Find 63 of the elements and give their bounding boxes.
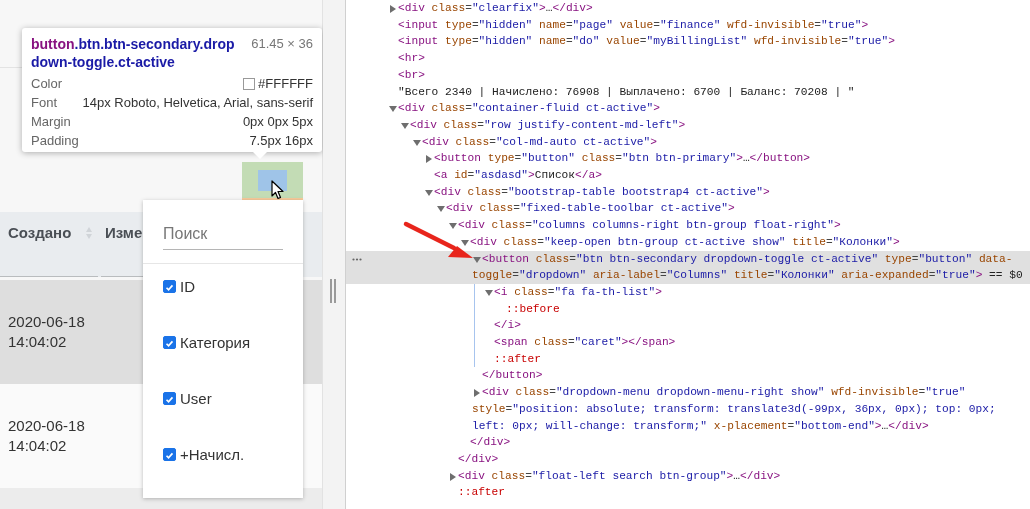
dom-node[interactable]: <span class="caret"></span>: [484, 334, 1026, 351]
property-label: Font: [31, 94, 57, 112]
dom-node[interactable]: ::after: [448, 484, 1026, 502]
closing-tag: </div>: [448, 451, 1026, 468]
expanded-arrow-icon[interactable]: [437, 206, 445, 213]
closing-tag: </button>: [472, 367, 1026, 385]
closing-tag: </div>: [460, 434, 1026, 451]
dom-node[interactable]: <div class="col-md-auto ct-active">: [412, 133, 1026, 151]
property-label: Margin: [31, 113, 71, 131]
dom-node[interactable]: <hr>: [388, 50, 1026, 67]
expanded-arrow-icon[interactable]: [389, 106, 397, 113]
dom-node[interactable]: <div class="fixed-table-toolbar ct-active">: [436, 200, 1026, 218]
column-toggle-item[interactable]: Категория: [143, 314, 303, 370]
dom-node[interactable]: <div class="row justify-content-md-left">: [400, 116, 1026, 134]
property-label: Padding: [31, 132, 79, 150]
dom-node[interactable]: <i class="fa fa-th-list">: [484, 283, 1026, 301]
table-cell-text: 2020-06-18 14:04:02: [8, 416, 86, 456]
dom-node[interactable]: <div class="columns columns-right btn-group float-right">: [448, 217, 1026, 234]
element-size: 61.45 × 36: [251, 35, 313, 53]
dom-node[interactable]: <div class="dropdown-menu dropdown-menu-right show" wfd-invisible="true" style="position: absolute; transform: translate3d(-99px, 36px, 0px); top: 0px; left: 0px; will-change: transform;" x-placement="bottom-end">…</div>: [472, 384, 1026, 435]
property-value: 14px Roboto, Helvetica, Arial, sans-serif: [82, 94, 313, 112]
collapsed-arrow-icon[interactable]: [426, 155, 432, 164]
dom-node[interactable]: <a id="asdasd">Список</a>: [424, 167, 1026, 184]
column-header[interactable]: Изме: [105, 224, 143, 241]
table-cell-text: 2020-06-18 14:04:02: [8, 312, 86, 352]
property-value: 0px 0px 5px: [242, 113, 313, 131]
expanded-arrow-icon[interactable]: [425, 189, 433, 196]
dom-node[interactable]: <input type="hidden" name="page" value="finance" wfd-invisible="true">: [388, 16, 1026, 34]
property-value: #FFFFFF: [258, 75, 313, 93]
property-label: Color: [31, 75, 63, 93]
dom-node[interactable]: <div class="container-fluid ct-active">: [388, 100, 1026, 117]
collapsed-arrow-icon[interactable]: [390, 5, 396, 13]
dom-node[interactable]: <button class="btn btn-secondary dropdown-toggle ct-active" type="button" data-toggle="dropdown" aria-label="Columns" title="Колонки" aria-expanded="true"> == $0: [472, 250, 1026, 284]
dom-node[interactable]: ::before: [496, 300, 1026, 318]
column-header[interactable]: Создано: [8, 224, 72, 241]
element-selector: button.btn.btn-secondary.dropdown-toggle.ct-active: [31, 35, 236, 71]
checkbox[interactable]: [163, 391, 176, 405]
expanded-arrow-icon[interactable]: [413, 139, 421, 146]
checkbox[interactable]: [163, 335, 176, 349]
closing-tag: </i>: [484, 317, 1026, 335]
column-toggle-item[interactable]: +Начисл.: [143, 426, 303, 482]
expanded-arrow-icon[interactable]: [449, 223, 457, 230]
dom-node[interactable]: <div class="bootstrap-table bootstrap4 ct-active">: [424, 183, 1026, 201]
dom-node[interactable]: <div class="clearfix">…</div>: [388, 0, 1026, 17]
resize-handle[interactable]: [330, 279, 336, 303]
dom-node[interactable]: <div class="keep-open btn-group ct-active show" title="Колонки">: [460, 233, 1026, 251]
dom-node[interactable]: <button type="button" class="btn btn-primary">…</button>: [424, 150, 1026, 168]
column-toggle-item[interactable]: ID: [143, 258, 303, 314]
collapsed-arrow-icon[interactable]: [474, 389, 480, 398]
dom-node[interactable]: ::after: [484, 350, 1026, 368]
more-icon[interactable]: [352, 257, 362, 261]
property-value: 7.5px 16px: [249, 132, 313, 150]
collapsed-arrow-icon[interactable]: [450, 472, 456, 481]
dom-node[interactable]: "Всего 2340 | Начислено: 76908 | Выплачено: 6700 | Баланс: 70208 | ": [388, 83, 1026, 101]
column-toggle-item[interactable]: User: [143, 370, 303, 426]
dom-node[interactable]: <input type="hidden" name="do" value="myBillingList" wfd-invisible="true">: [388, 33, 1026, 51]
checkbox[interactable]: [163, 447, 176, 461]
dom-node[interactable]: <br>: [388, 66, 1026, 84]
expanded-arrow-icon[interactable]: [485, 289, 493, 296]
dom-node[interactable]: <div class="float-left search btn-group">…</div>: [448, 467, 1026, 485]
search-field[interactable]: Поиск: [163, 218, 283, 250]
checkbox[interactable]: [163, 279, 176, 293]
expanded-arrow-icon[interactable]: [401, 122, 409, 129]
